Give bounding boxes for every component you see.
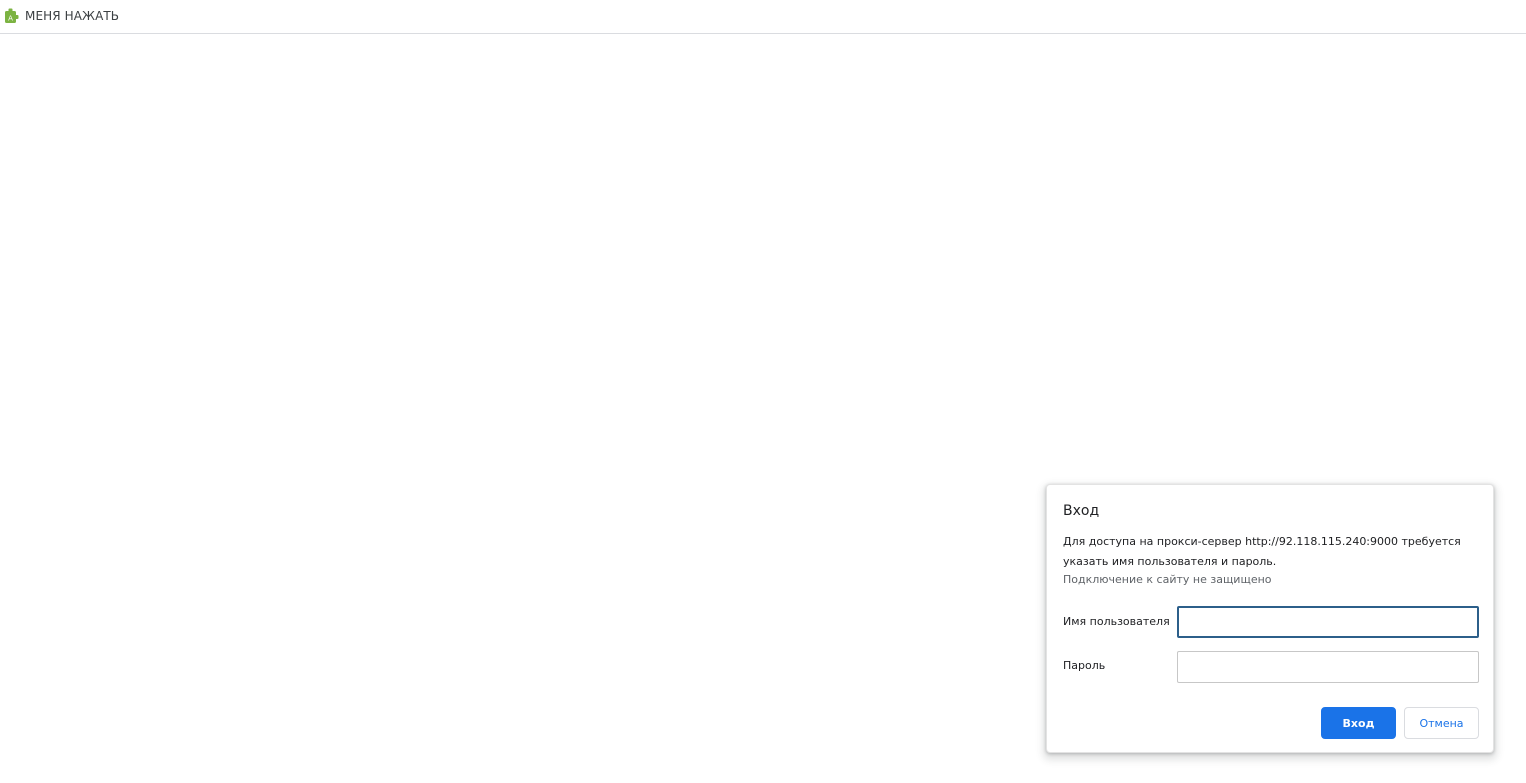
extension-button[interactable]: A МЕНЯ НАЖАТЬ	[4, 6, 119, 26]
connection-warning: Подключение к сайту не защищено	[1063, 573, 1272, 586]
sign-in-button[interactable]: Вход	[1321, 707, 1396, 739]
username-label: Имя пользователя	[1063, 615, 1170, 628]
dialog-title: Вход	[1063, 503, 1100, 519]
browser-toolbar: A МЕНЯ НАЖАТЬ	[0, 0, 1526, 34]
extension-label: МЕНЯ НАЖАТЬ	[25, 9, 120, 23]
cancel-button[interactable]: Отмена	[1404, 707, 1479, 739]
extension-icon-letter: A	[8, 15, 13, 23]
proxy-auth-dialog: Вход Для доступа на прокси-сервер http:/…	[1046, 484, 1494, 753]
password-input[interactable]	[1177, 651, 1479, 683]
password-label: Пароль	[1063, 659, 1106, 672]
username-input[interactable]	[1177, 606, 1479, 638]
dialog-message: Для доступа на прокси-сервер http://92.1…	[1063, 535, 1461, 568]
extension-puzzle-icon: A	[4, 8, 20, 24]
